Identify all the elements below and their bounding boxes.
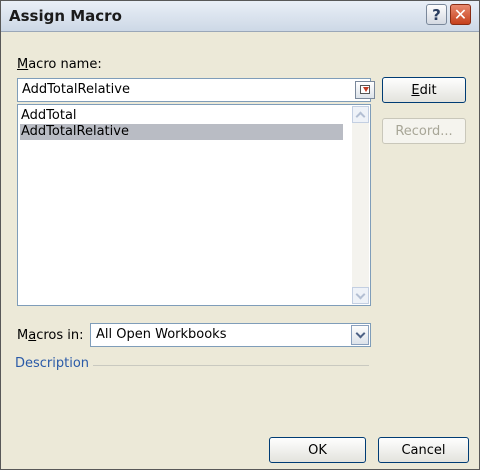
chevron-down-icon (355, 289, 366, 300)
help-button[interactable]: ? (426, 4, 447, 25)
macro-name-label-rest: acro name: (28, 57, 102, 72)
list-item-selected[interactable]: AddTotalRelative (20, 124, 343, 140)
title-bar[interactable]: Assign Macro ? ✕ (1, 1, 479, 32)
edit-button[interactable]: Edit (382, 77, 466, 103)
macro-name-field[interactable] (17, 78, 375, 102)
close-icon: ✕ (453, 5, 468, 24)
edit-label-rest: dit (419, 82, 437, 98)
macros-in-label-mnemonic: a (28, 328, 37, 343)
ok-button[interactable]: OK (269, 437, 366, 463)
vertical-scrollbar[interactable] (352, 106, 369, 304)
macro-name-label: Macro name: (17, 57, 102, 72)
dialog-title: Assign Macro (9, 7, 122, 25)
macros-in-label-post: cros in: (36, 328, 84, 343)
list-item[interactable]: AddTotal (20, 108, 343, 124)
chevron-down-icon (355, 328, 366, 339)
help-icon: ? (432, 5, 441, 24)
dropdown-button[interactable] (351, 325, 369, 345)
macro-name-input[interactable] (22, 82, 322, 97)
close-button[interactable]: ✕ (450, 4, 471, 25)
record-button[interactable]: Record... (382, 118, 466, 144)
macros-in-label-pre: M (17, 328, 29, 343)
chevron-up-icon (355, 111, 366, 122)
collapse-arrow-icon (363, 87, 369, 92)
scroll-down-button[interactable] (352, 287, 369, 304)
description-divider (93, 365, 369, 366)
macro-name-label-mnemonic: M (17, 57, 29, 72)
cancel-button[interactable]: Cancel (378, 437, 469, 463)
description-label: Description (15, 356, 90, 371)
macros-in-label: Macros in: (17, 328, 83, 343)
macros-in-select[interactable]: All Open Workbooks (90, 323, 371, 347)
collapse-dialog-button[interactable] (355, 81, 375, 99)
scroll-up-button[interactable] (352, 106, 369, 123)
assign-macro-dialog: Assign Macro ? ✕ Macro name: AddTotal Ad… (0, 0, 480, 470)
edit-mnemonic: E (411, 82, 420, 98)
macros-in-value: All Open Workbooks (96, 327, 227, 342)
macro-list[interactable]: AddTotal AddTotalRelative (17, 104, 371, 306)
